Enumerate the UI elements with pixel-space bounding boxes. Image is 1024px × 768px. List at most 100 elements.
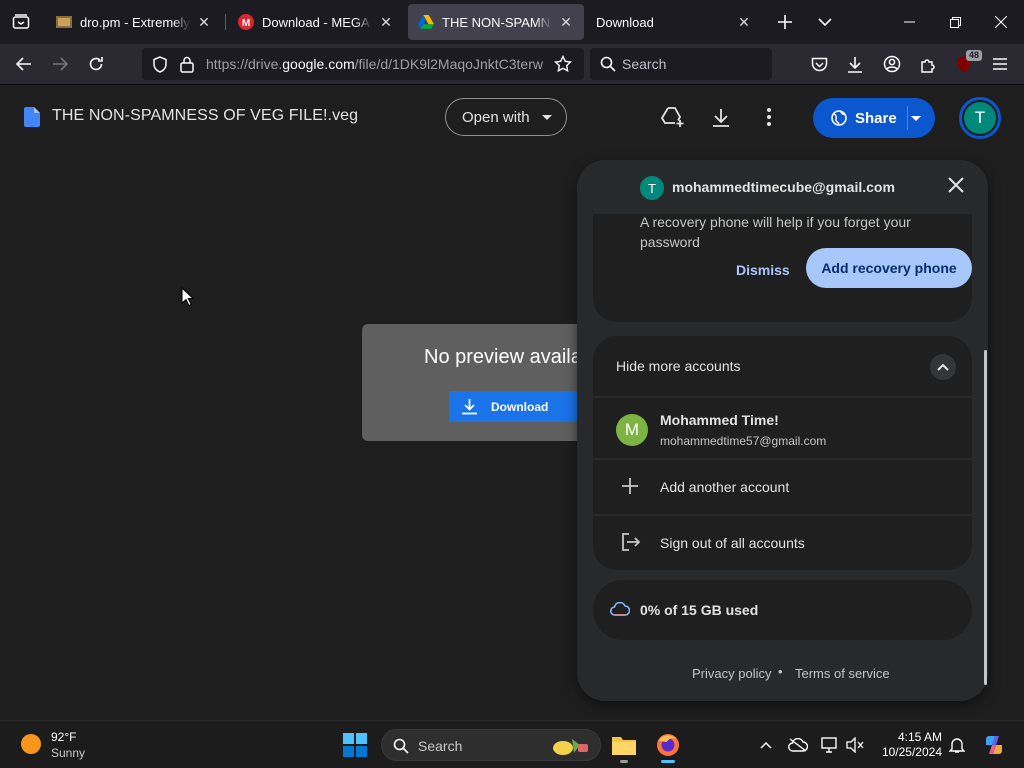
account-email: mohammedtime57@gmail.com (660, 434, 827, 448)
open-with-label: Open with (462, 108, 530, 126)
tab-title: Download - MEGA (262, 14, 370, 30)
pocket-icon (811, 57, 827, 71)
account-panel-scrollbar[interactable] (984, 350, 987, 685)
list-all-tabs-button[interactable] (807, 4, 843, 40)
drive-file-viewer: THE NON-SPAMNESS OF VEG FILE!.veg Open w… (0, 86, 1024, 720)
forward-button[interactable] (44, 48, 76, 80)
copilot-button[interactable] (982, 735, 1006, 755)
terms-of-service-link[interactable]: Terms of service (795, 666, 890, 681)
taskbar-search-box[interactable]: Search (381, 729, 601, 761)
ublock-extension-button[interactable]: 48 (948, 48, 982, 80)
hamburger-menu-icon (993, 58, 1007, 70)
add-shortcut-to-drive-button[interactable] (658, 102, 688, 132)
cloud-off-icon (788, 738, 808, 752)
hide-more-accounts-label: Hide more accounts (616, 358, 741, 374)
privacy-policy-link[interactable]: Privacy policy (692, 666, 771, 681)
file-header: THE NON-SPAMNESS OF VEG FILE!.veg Open w… (0, 86, 1024, 148)
reload-button[interactable] (80, 48, 112, 80)
hide-more-accounts-toggle[interactable]: Hide more accounts (593, 336, 972, 396)
navigation-toolbar: https://drive.google.com/file/d/1DK9l2Ma… (0, 44, 1024, 85)
weather-condition[interactable]: Sunny (51, 746, 85, 760)
storage-usage-button[interactable]: 0% of 15 GB used (593, 580, 972, 640)
close-icon[interactable] (948, 177, 964, 193)
bell-icon (949, 738, 965, 753)
tab-download[interactable]: Download ✕ (586, 4, 762, 40)
download-label: Download (491, 400, 549, 414)
download-file-button[interactable] (706, 102, 736, 132)
pocket-button[interactable] (803, 48, 835, 80)
url-bar[interactable]: https://drive.google.com/file/d/1DK9l2Ma… (142, 48, 584, 80)
account-icon (883, 55, 901, 73)
plus-icon (778, 15, 792, 29)
logout-icon (622, 533, 641, 551)
url-text[interactable]: https://drive.google.com/file/d/1DK9l2Ma… (206, 56, 546, 72)
account-avatar: M (616, 414, 648, 446)
system-clock[interactable]: 4:15 AM 10/25/2024 (876, 730, 942, 760)
taskbar-file-explorer[interactable] (606, 727, 642, 763)
url-path: /file/d/1DK9l2MaqoJnktC3terw (354, 56, 543, 72)
speaker-muted-icon (846, 737, 864, 753)
caret-down-icon (542, 115, 552, 120)
notifications-button[interactable] (947, 735, 967, 755)
tab-close-icon[interactable]: ✕ (378, 14, 394, 30)
tab-list-button[interactable] (0, 0, 42, 44)
taskbar-search-placeholder: Search (418, 738, 463, 754)
tab-close-icon[interactable]: ✕ (558, 14, 574, 30)
account-button[interactable] (876, 48, 908, 80)
more-actions-button[interactable] (754, 102, 784, 132)
dismiss-button[interactable]: Dismiss (736, 262, 790, 278)
preview-download-button[interactable]: Download (449, 391, 589, 422)
sun-icon[interactable] (21, 734, 41, 754)
onedrive-status[interactable] (788, 735, 808, 755)
search-highlight-icon (553, 739, 588, 755)
bookmark-star-icon[interactable] (554, 55, 572, 73)
network-status[interactable] (820, 735, 840, 755)
add-recovery-phone-button[interactable]: Add recovery phone (806, 248, 972, 288)
add-another-account-button[interactable]: Add another account (593, 460, 972, 514)
svg-text:M: M (242, 18, 250, 29)
app-menu-button[interactable] (984, 48, 1016, 80)
google-account-avatar[interactable]: T (959, 97, 1001, 139)
download-icon (848, 56, 862, 73)
back-button[interactable] (8, 48, 40, 80)
taskbar-firefox[interactable] (650, 727, 686, 763)
open-with-button[interactable]: Open with (445, 98, 567, 136)
tab-mega[interactable]: M Download - MEGA ✕ (228, 4, 404, 40)
tab-drive-file[interactable]: THE NON-SPAMNESS O ✕ (408, 4, 584, 40)
tab-close-icon[interactable]: ✕ (736, 14, 752, 30)
downloads-button[interactable] (839, 48, 871, 80)
tab-strip: dro.pm - Extremely Sho ✕ M Download - ME… (0, 0, 1024, 44)
close-window-button[interactable] (978, 0, 1024, 44)
minimize-button[interactable] (886, 0, 932, 44)
share-dropdown-icon[interactable] (911, 116, 921, 121)
restore-button[interactable] (932, 0, 978, 44)
document-file-icon (24, 107, 40, 127)
arrow-right-icon (53, 57, 68, 71)
extensions-button[interactable] (912, 48, 944, 80)
search-bar[interactable]: Search (590, 48, 772, 80)
share-button[interactable]: Share (813, 98, 935, 138)
dro-pm-favicon-icon (56, 14, 72, 30)
weather-temperature[interactable]: 92°F (51, 730, 76, 744)
account-item-mohammed[interactable]: M Mohammed Time! mohammedtime57@gmail.co… (593, 398, 972, 458)
account-name: Mohammed Time! (660, 412, 779, 428)
new-tab-button[interactable] (767, 4, 803, 40)
restore-icon (949, 16, 961, 28)
active-indicator (661, 760, 675, 763)
tracking-protection-shield-icon[interactable] (152, 56, 168, 73)
tab-title: Download (596, 14, 654, 30)
lock-icon[interactable] (180, 56, 194, 73)
tab-close-icon[interactable]: ✕ (196, 14, 212, 30)
show-hidden-icons-button[interactable] (756, 735, 776, 755)
clock-date: 10/25/2024 (881, 745, 942, 759)
volume-status[interactable] (845, 735, 865, 755)
puzzle-piece-icon (920, 58, 935, 73)
sign-out-label: Sign out of all accounts (660, 535, 805, 551)
mega-logo-icon: M (238, 14, 254, 30)
search-placeholder: Search (622, 56, 667, 72)
share-label: Share (855, 110, 897, 127)
windows-start-icon[interactable] (343, 733, 367, 757)
copilot-icon (986, 736, 1002, 754)
sign-out-all-button[interactable]: Sign out of all accounts (593, 516, 972, 570)
tab-dro-pm[interactable]: dro.pm - Extremely Sho ✕ (46, 4, 222, 40)
